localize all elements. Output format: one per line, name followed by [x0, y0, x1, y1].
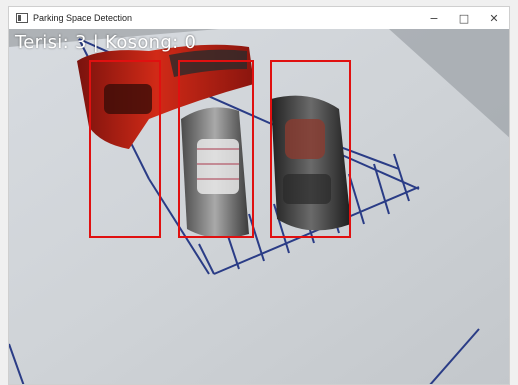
maximize-icon[interactable]: □: [449, 7, 479, 29]
close-icon[interactable]: ✕: [479, 7, 509, 29]
window-controls: − □ ✕: [419, 7, 509, 29]
window-app-icon: [16, 13, 28, 23]
camera-frame: [9, 29, 509, 384]
occupancy-status-text: Terisi: 3 | Kosong: 0: [15, 32, 197, 53]
car-dark: [271, 95, 351, 231]
car-silver: [181, 107, 249, 238]
app-window: Parking Space Detection − □ ✕ Terisi: 3 …: [8, 6, 510, 385]
title-bar[interactable]: Parking Space Detection − □ ✕: [9, 7, 509, 30]
camera-feed: Terisi: 3 | Kosong: 0: [9, 29, 509, 384]
window-title: Parking Space Detection: [33, 13, 133, 23]
minimize-icon[interactable]: −: [419, 7, 449, 29]
